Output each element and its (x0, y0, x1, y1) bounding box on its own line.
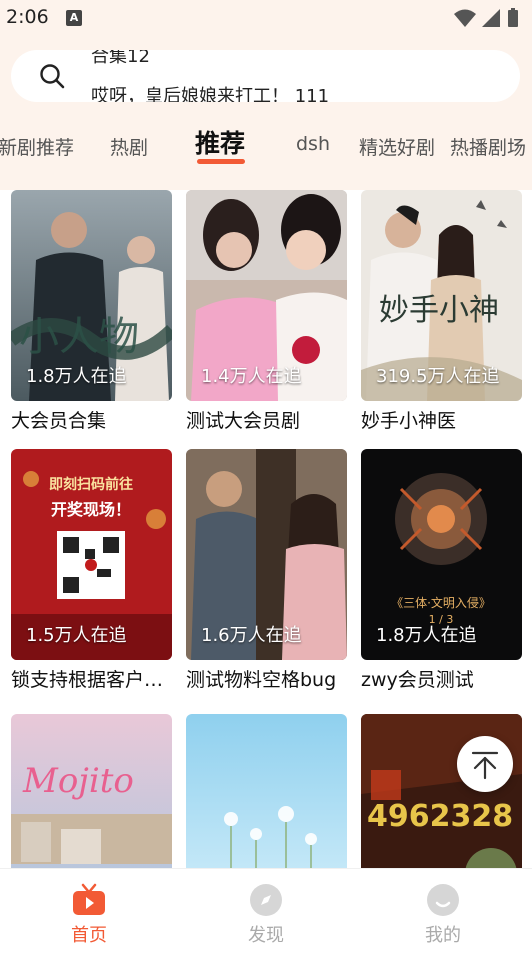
nav-home[interactable]: 首页 (29, 869, 149, 956)
arrow-up-icon (471, 751, 499, 780)
poster-calligraphy: 妙手小神 (379, 293, 499, 328)
notification-icon: A (66, 10, 82, 26)
nav-profile[interactable]: 我的 (383, 869, 503, 956)
active-tab-indicator (197, 159, 245, 164)
drama-title: 测试大会员剧 (186, 410, 301, 432)
follow-count: 319.5万人在追 (376, 366, 500, 387)
status-time: 2:06 (6, 6, 49, 28)
tab-hot-theater[interactable]: 热播剧场 (450, 133, 526, 160)
category-tabs: 新剧推荐 热剧 推荐 dsh 精选好剧 热播剧场 (0, 120, 532, 180)
drama-title: zwy会员测试 (361, 669, 474, 691)
status-signal-icons (454, 8, 518, 27)
drama-title: 妙手小神医 (361, 410, 457, 432)
follow-count: 1.5万人在追 (26, 625, 127, 646)
nav-home-label: 首页 (71, 925, 107, 946)
drama-poster (186, 714, 347, 868)
bottom-nav: 首页 发现 我的 (0, 868, 532, 956)
compass-icon (250, 884, 282, 916)
poster-numbers: 4962328 (367, 799, 513, 834)
nav-discover[interactable]: 发现 (206, 869, 326, 956)
drama-title: 测试物料空格bug (186, 669, 337, 691)
search-hint-line-1: 合集12 (91, 50, 150, 67)
profile-icon (427, 884, 459, 916)
follow-count: 1.8万人在追 (26, 366, 127, 387)
search-bar[interactable]: 合集12 哎呀，皇后娘娘来打工！ 111 (11, 50, 520, 102)
nav-profile-label: 我的 (425, 925, 461, 946)
drama-title: 大会员合集 (11, 410, 107, 432)
tab-recommend[interactable]: 推荐 (195, 124, 245, 160)
poster-line-2: 开奖现场！ (51, 500, 131, 519)
poster-calligraphy: 小人物 (19, 314, 139, 360)
tab-hot-drama[interactable]: 热剧 (110, 133, 148, 160)
header-area: 2:06 A 合集12 哎呀，皇后娘娘来打工！ 111 新剧推荐 热剧 推荐 d… (0, 0, 532, 190)
scroll-to-top-button[interactable] (457, 736, 513, 792)
poster-line-1: 即刻扫码前往 (49, 476, 133, 493)
drama-poster: Mojito (11, 714, 172, 868)
search-icon (40, 64, 65, 89)
tab-new-drama[interactable]: 新剧推荐 (0, 133, 74, 160)
follow-count: 1.6万人在追 (201, 625, 302, 646)
status-bar: 2:06 A (0, 0, 532, 36)
tab-featured[interactable]: 精选好剧 (359, 133, 435, 160)
poster-title: Mojito (22, 761, 134, 801)
tab-dsh[interactable]: dsh (296, 133, 330, 155)
follow-count: 1.4万人在追 (201, 366, 302, 387)
nav-discover-label: 发现 (248, 925, 284, 946)
search-hint-line-2: 哎呀，皇后娘娘来打工！ 111 (91, 86, 330, 102)
tv-icon (73, 883, 105, 915)
follow-count: 1.8万人在追 (376, 625, 477, 646)
drama-title: 锁支持根据客户端配置 (11, 669, 181, 691)
poster-caption: 《三体·文明入侵》 (391, 595, 491, 610)
drama-grid: 小人物 1.8万人在追 大会员合集 1.4万人在追 测试大会员剧 妙手小神 31… (0, 190, 532, 868)
